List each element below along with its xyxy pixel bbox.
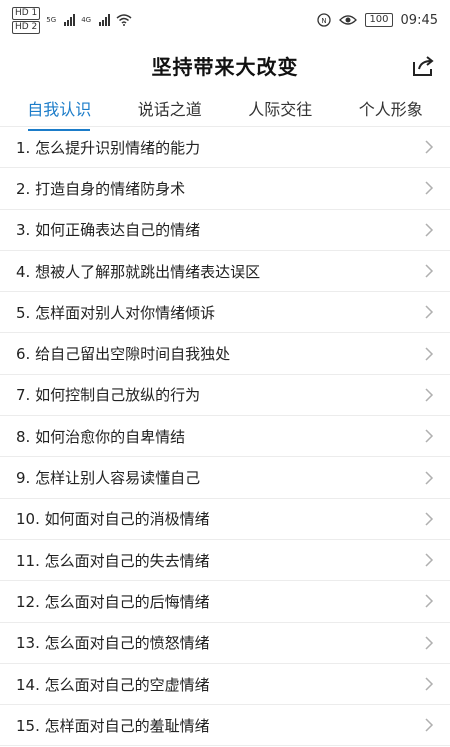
network-type-2: 4G	[81, 16, 92, 24]
list-item[interactable]: 1. 怎么提升识别情绪的能力	[0, 127, 450, 169]
list-item[interactable]: 5. 怎样面对别人对你情绪倾诉	[0, 292, 450, 334]
list-item-label: 3. 如何正确表达自己的情绪	[16, 221, 201, 240]
list-item-label: 15. 怎样面对自己的羞耻情绪	[16, 716, 210, 735]
list-item[interactable]: 4. 想被人了解那就跳出情绪表达误区	[0, 251, 450, 293]
chevron-right-icon	[425, 388, 434, 402]
status-right: N 100 09:45	[317, 13, 438, 28]
list-item[interactable]: 3. 如何正确表达自己的情绪	[0, 210, 450, 251]
share-icon[interactable]	[410, 53, 436, 79]
eye-icon	[339, 15, 358, 25]
article-list: 1. 怎么提升识别情绪的能力 2. 打造自身的情绪防身术 3. 如何正确表达自己的情…	[0, 127, 450, 747]
list-item-label: 10. 如何面对自己的消极情绪	[16, 510, 210, 529]
sim2-badge: HD 2	[12, 20, 41, 34]
list-item-label: 8. 如何治愈你的自卑情结	[16, 427, 186, 446]
list-item[interactable]: 11. 怎么面对自己的失去情绪	[0, 540, 450, 582]
list-item[interactable]: 9. 怎样让别人容易读懂自己	[0, 457, 450, 499]
list-item[interactable]: 12. 怎么面对自己的后悔情绪	[0, 581, 450, 623]
chevron-right-icon	[425, 553, 434, 567]
list-item-label: 11. 怎么面对自己的失去情绪	[16, 551, 210, 570]
chevron-right-icon	[425, 594, 434, 608]
list-item-label: 6. 给自己留出空隙时间自我独处	[16, 345, 231, 364]
list-item-label: 14. 怎么面对自己的空虚情绪	[16, 675, 210, 694]
sim-indicators: HD 1 HD 2	[12, 6, 41, 34]
chevron-right-icon	[425, 264, 434, 278]
list-item-label: 7. 如何控制自己放纵的行为	[16, 386, 201, 405]
svg-text:N: N	[322, 17, 327, 25]
chevron-right-icon	[425, 512, 434, 526]
list-item-label: 4. 想被人了解那就跳出情绪表达误区	[16, 262, 261, 281]
list-item-label: 12. 怎么面对自己的后悔情绪	[16, 592, 210, 611]
list-item[interactable]: 15. 怎样面对自己的羞耻情绪	[0, 705, 450, 747]
list-item[interactable]: 14. 怎么面对自己的空虚情绪	[0, 664, 450, 706]
chevron-right-icon	[425, 223, 434, 237]
list-item-label: 9. 怎样让别人容易读懂自己	[16, 469, 201, 488]
status-left: HD 1 HD 2 5G 4G	[12, 6, 132, 34]
wifi-icon	[116, 14, 132, 26]
tab-social[interactable]: 人际交往	[238, 90, 322, 126]
tab-speaking[interactable]: 说话之道	[128, 90, 212, 126]
signal-icon	[64, 14, 76, 26]
chevron-right-icon	[425, 140, 434, 154]
list-item[interactable]: 6. 给自己留出空隙时间自我独处	[0, 333, 450, 375]
tab-image[interactable]: 个人形象	[349, 90, 433, 126]
chevron-right-icon	[425, 636, 434, 650]
tab-self-awareness[interactable]: 自我认识	[17, 90, 101, 126]
chevron-right-icon	[425, 470, 434, 485]
list-item[interactable]: 2. 打造自身的情绪防身术	[0, 168, 450, 210]
chevron-right-icon	[425, 347, 434, 361]
clock: 09:45	[400, 12, 438, 28]
sim1-badge: HD 1	[12, 6, 41, 20]
chevron-right-icon	[425, 429, 434, 443]
chevron-right-icon	[425, 718, 434, 732]
list-item-label: 2. 打造自身的情绪防身术	[16, 179, 186, 198]
list-item-label: 1. 怎么提升识别情绪的能力	[16, 138, 201, 157]
battery-icon: 100	[365, 13, 393, 27]
list-item-label: 5. 怎样面对别人对你情绪倾诉	[16, 303, 216, 322]
category-tabs: 自我认识 说话之道 人际交往 个人形象	[0, 90, 450, 127]
list-item[interactable]: 8. 如何治愈你的自卑情结	[0, 416, 450, 458]
signal-icon	[99, 14, 111, 26]
list-item[interactable]: 7. 如何控制自己放纵的行为	[0, 375, 450, 417]
list-item-label: 13. 怎么面对自己的愤怒情绪	[16, 634, 210, 653]
app-header: 坚持带来大改变	[0, 40, 450, 90]
status-bar: HD 1 HD 2 5G 4G N 100 09:45	[0, 0, 450, 40]
page-title: 坚持带来大改变	[151, 54, 299, 79]
list-item[interactable]: 10. 如何面对自己的消极情绪	[0, 499, 450, 540]
chevron-right-icon	[425, 677, 434, 691]
chevron-right-icon	[425, 181, 434, 195]
network-type-1: 5G	[46, 16, 57, 24]
chevron-right-icon	[425, 305, 434, 319]
nfc-icon: N	[317, 13, 332, 27]
list-item[interactable]: 13. 怎么面对自己的愤怒情绪	[0, 623, 450, 664]
